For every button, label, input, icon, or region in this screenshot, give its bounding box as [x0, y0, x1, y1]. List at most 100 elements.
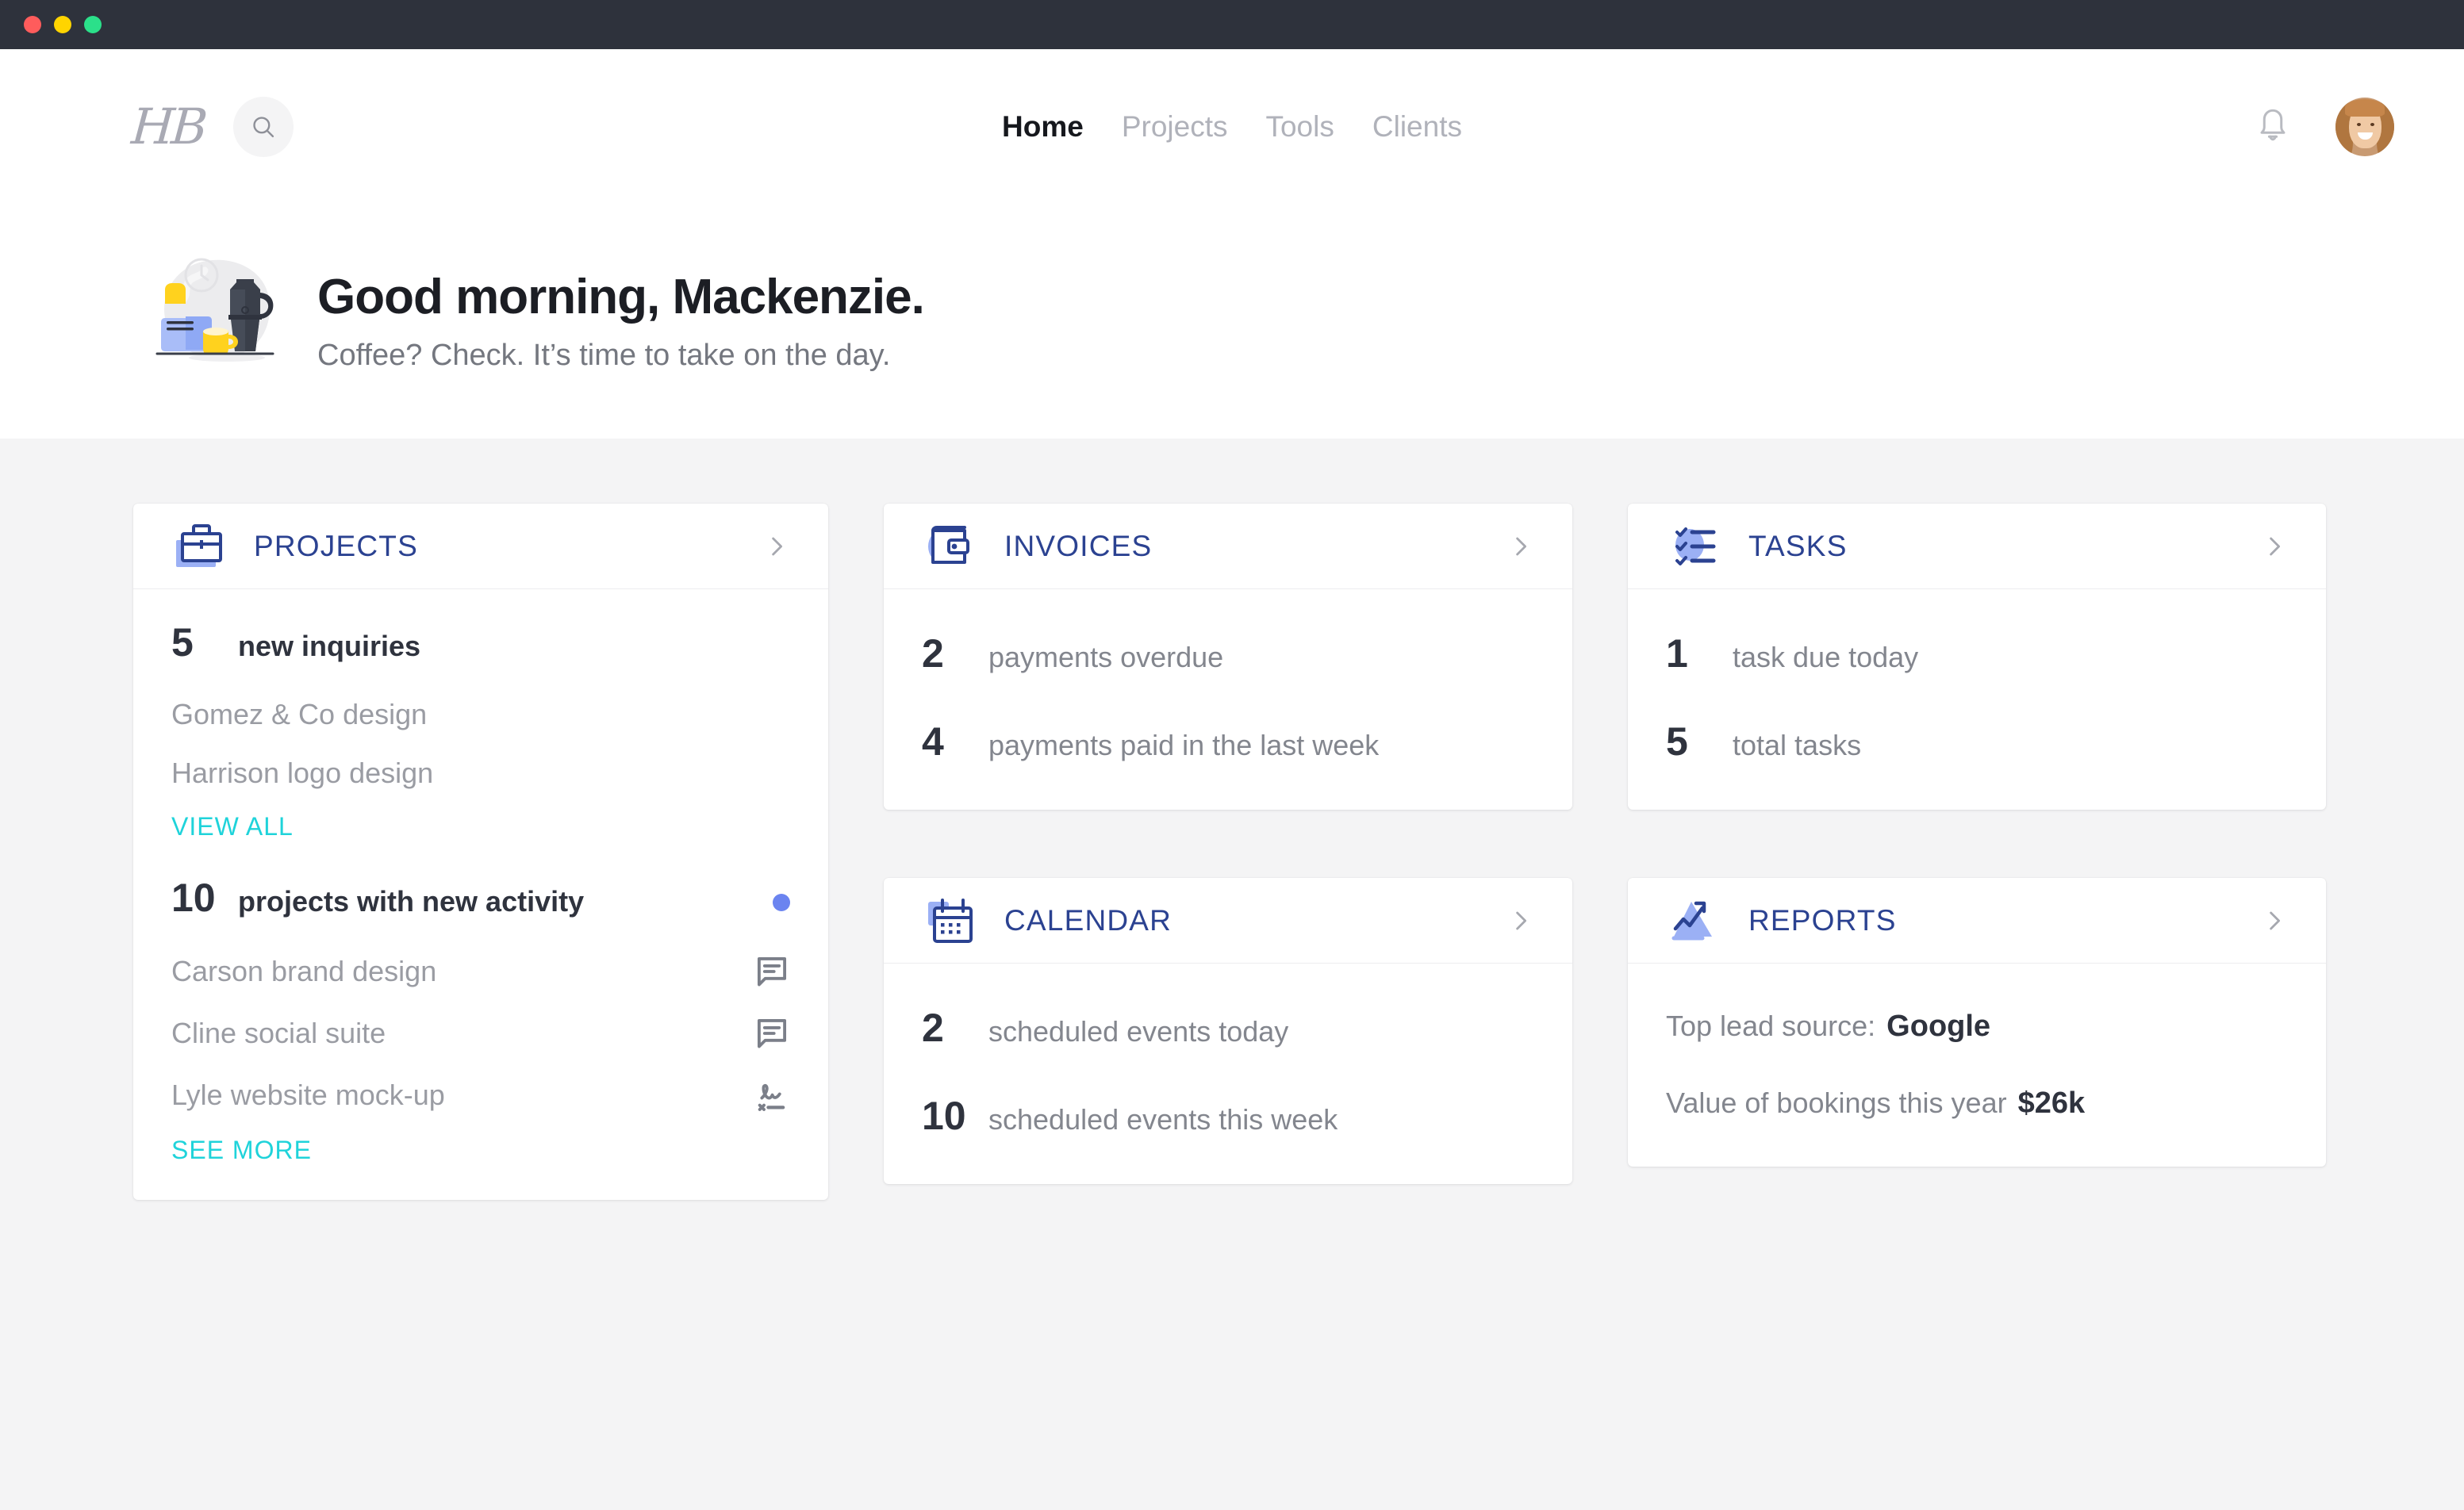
primary-nav-links: Home Projects Tools Clients: [1002, 110, 1462, 144]
top-lead-source-row: Top lead source: Google: [1666, 1010, 2288, 1044]
greeting-hero: Good morning, Mackenzie. Coffee? Check. …: [0, 204, 2464, 439]
reports-card[interactable]: REPORTS Top lead source: Google Value of…: [1628, 878, 2326, 1167]
invoices-overdue-label: payments overdue: [988, 640, 1223, 674]
reports-card-title: REPORTS: [1748, 904, 1897, 937]
nav-link-clients[interactable]: Clients: [1372, 110, 1462, 144]
chevron-right-icon[interactable]: [1509, 909, 1533, 933]
chart-arrow-icon: [1666, 891, 1726, 951]
tasks-card-title: TASKS: [1748, 530, 1848, 563]
calendar-card-title: CALENDAR: [1004, 904, 1172, 937]
projects-card-title: PROJECTS: [254, 530, 418, 563]
tasks-due-today-count: 1: [1666, 632, 1712, 676]
signature-icon[interactable]: [754, 1077, 790, 1113]
reports-card-header[interactable]: REPORTS: [1628, 878, 2326, 964]
nav-link-tools[interactable]: Tools: [1265, 110, 1334, 144]
projects-activity-count: 10: [171, 876, 217, 920]
window-minimize-button[interactable]: [54, 16, 71, 33]
briefcase-icon: [171, 516, 232, 577]
calendar-card[interactable]: CALENDAR 2 scheduled events today 10 sch…: [884, 878, 1572, 1184]
see-more-link[interactable]: SEE MORE: [171, 1136, 312, 1165]
tasks-stat-row: 1 task due today: [1666, 632, 2288, 676]
top-navigation-bar: HB Home Projects Tools Clients: [0, 49, 2464, 204]
top-lead-source-value: Google: [1886, 1010, 1990, 1044]
projects-card-body: 5 new inquiries Gomez & Co design Harris…: [133, 589, 828, 1200]
window-titlebar: [0, 0, 2464, 49]
avatar-eye-left: [2357, 123, 2361, 126]
invoices-card[interactable]: INVOICES 2 payments overdue 4 payments p…: [884, 504, 1572, 810]
spacer: [171, 841, 790, 876]
view-all-link[interactable]: VIEW ALL: [171, 812, 294, 841]
list-item[interactable]: Cline social suite: [171, 1002, 790, 1064]
search-button[interactable]: [233, 97, 294, 157]
top-lead-source-label: Top lead source:: [1666, 1010, 1875, 1043]
tasks-stat-row: 5 total tasks: [1666, 720, 2288, 764]
bookings-value-label: Value of bookings this year: [1666, 1087, 2007, 1120]
dashboard-card-grid: PROJECTS 5 new inquiries Gomez & Co desi…: [133, 504, 2331, 1200]
chevron-right-icon[interactable]: [1509, 535, 1533, 558]
list-item[interactable]: Lyle website mock-up: [171, 1064, 790, 1126]
nav-link-home[interactable]: Home: [1002, 110, 1084, 144]
page-subtitle: Coffee? Check. It’s time to take on the …: [317, 338, 924, 374]
tasks-card-header[interactable]: TASKS: [1628, 504, 2326, 589]
comment-icon[interactable]: [754, 1015, 790, 1052]
greeting-text-block: Good morning, Mackenzie. Coffee? Check. …: [317, 269, 924, 374]
list-item[interactable]: Harrison logo design: [171, 744, 790, 803]
calendar-today-count: 2: [922, 1006, 968, 1050]
coffee-breakfast-illustration: [148, 242, 306, 400]
calendar-stat-row: 10 scheduled events this week: [922, 1094, 1534, 1138]
invoices-card-body: 2 payments overdue 4 payments paid in th…: [884, 589, 1572, 810]
search-icon: [250, 113, 277, 140]
reports-card-body: Top lead source: Google Value of booking…: [1628, 964, 2326, 1167]
calendar-week-label: scheduled events this week: [988, 1102, 1338, 1136]
projects-inquiries-label: new inquiries: [238, 629, 420, 663]
list-item[interactable]: Carson brand design: [171, 941, 790, 1002]
activity-project-name: Cline social suite: [171, 1017, 386, 1050]
dashboard-body: PROJECTS 5 new inquiries Gomez & Co desi…: [0, 439, 2464, 1510]
calendar-icon: [922, 891, 982, 951]
tasks-card-body: 1 task due today 5 total tasks: [1628, 589, 2326, 810]
invoices-stat-row: 2 payments overdue: [922, 632, 1534, 676]
tasks-due-today-label: task due today: [1733, 640, 1918, 674]
chevron-right-icon[interactable]: [765, 535, 789, 558]
chevron-right-icon[interactable]: [2263, 535, 2286, 558]
projects-activity-list: Carson brand design Cline social suite: [171, 941, 790, 1126]
calendar-stat-row: 2 scheduled events today: [922, 1006, 1534, 1050]
invoices-card-title: INVOICES: [1004, 530, 1152, 563]
list-item[interactable]: Gomez & Co design: [171, 685, 790, 744]
bookings-value-row: Value of bookings this year $26k: [1666, 1087, 2288, 1121]
invoices-paid-label: payments paid in the last week: [988, 728, 1379, 762]
new-activity-indicator-dot: [773, 894, 790, 911]
projects-activity-stat: 10 projects with new activity: [171, 876, 790, 920]
window-maximize-button[interactable]: [84, 16, 102, 33]
projects-activity-label: projects with new activity: [238, 884, 584, 918]
page-title: Good morning, Mackenzie.: [317, 269, 924, 325]
projects-card-header[interactable]: PROJECTS: [133, 504, 828, 589]
chevron-right-icon[interactable]: [2263, 909, 2286, 933]
window-close-button[interactable]: [24, 16, 41, 33]
calendar-card-header[interactable]: CALENDAR: [884, 878, 1572, 964]
tasks-total-count: 5: [1666, 720, 1712, 764]
wallet-icon: [922, 516, 982, 577]
projects-card[interactable]: PROJECTS 5 new inquiries Gomez & Co desi…: [133, 504, 828, 1200]
calendar-week-count: 10: [922, 1094, 968, 1138]
invoices-card-header[interactable]: INVOICES: [884, 504, 1572, 589]
projects-inquiry-list: Gomez & Co design Harrison logo design: [171, 685, 790, 803]
activity-project-name: Carson brand design: [171, 955, 436, 988]
bookings-value-amount: $26k: [2018, 1087, 2086, 1121]
activity-project-name: Lyle website mock-up: [171, 1079, 445, 1112]
calendar-today-label: scheduled events today: [988, 1014, 1288, 1048]
inquiry-name: Harrison logo design: [171, 757, 433, 790]
comment-icon[interactable]: [754, 953, 790, 990]
hb-logo[interactable]: HB: [130, 102, 206, 151]
nav-link-projects[interactable]: Projects: [1122, 110, 1228, 144]
invoices-overdue-count: 2: [922, 632, 968, 676]
avatar-bangs: [2345, 99, 2385, 117]
tasks-card[interactable]: TASKS 1 task due today 5 total tasks: [1628, 504, 2326, 810]
user-avatar[interactable]: [2335, 98, 2394, 156]
bell-icon[interactable]: [2255, 107, 2291, 147]
calendar-card-body: 2 scheduled events today 10 scheduled ev…: [884, 964, 1572, 1184]
projects-inquiries-count: 5: [171, 621, 217, 665]
projects-inquiries-stat: 5 new inquiries: [171, 621, 790, 665]
nav-right-actions: [2255, 98, 2394, 156]
inquiry-name: Gomez & Co design: [171, 698, 427, 731]
